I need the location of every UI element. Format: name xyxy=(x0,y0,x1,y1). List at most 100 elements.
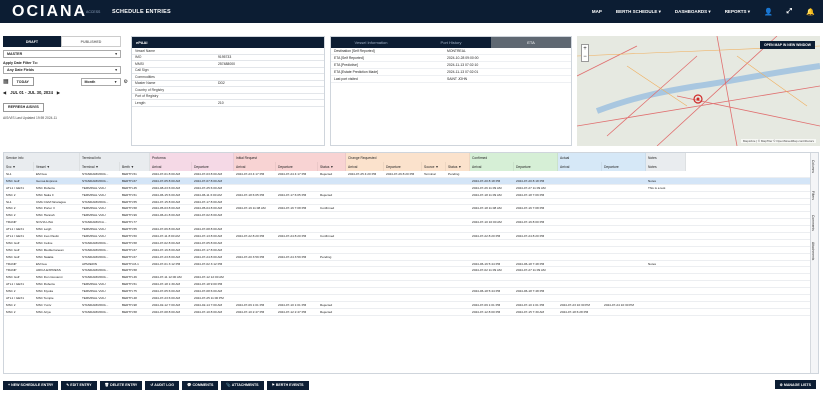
footer-button[interactable]: ↺ AUDIT LOG xyxy=(145,380,179,390)
table-row[interactable]: TRANP EM Itea APM/ERIN BERTH-M-1 2024-07-01 … xyxy=(4,261,818,268)
column-header[interactable]: Notes xyxy=(646,162,686,171)
column-header[interactable]: Departure xyxy=(514,162,558,171)
table-cell: MSC 2 xyxy=(6,289,16,294)
side-tab[interactable]: Comments xyxy=(811,209,815,237)
table-cell xyxy=(646,274,686,280)
eta-row: ETA [Predictive] 2024-11-13 07:02:10 xyxy=(331,62,571,69)
footer-button[interactable]: ✎ EDIT ENTRY xyxy=(61,380,97,390)
expand-icon[interactable]: ⤢ xyxy=(787,8,793,16)
table-row[interactable]: ATL1 / GEX1 MSC Roberta TERMINAL VIAU BERTH… xyxy=(4,281,818,289)
schedule-select[interactable]: MASTER ▾ xyxy=(3,50,121,58)
table-row[interactable]: MSC 2 MSC Porter II TERMINAL VIAU BERTH-58 2… xyxy=(4,205,818,213)
tab-eta[interactable]: ETA xyxy=(491,37,571,48)
prev-arrow-icon[interactable]: ◀ xyxy=(3,90,6,95)
table-row[interactable]: MSC 2 MSC Kiyoka TERMINAL VIAU BERTH-75 2024… xyxy=(4,288,818,296)
calendar-icon[interactable]: ▦ xyxy=(3,78,9,85)
table-row[interactable]: MSC Gulf MSC Don Giovanni STANDARD/FRA... B… xyxy=(4,274,818,282)
column-header[interactable]: Arrival xyxy=(150,162,192,171)
table-row[interactable]: MSC Gulf MSC Mediterranean STANDARD/FRA...… xyxy=(4,247,818,254)
side-tab[interactable]: Filters xyxy=(811,181,815,209)
table-cell: TRANP xyxy=(6,220,17,225)
table-cell: SL1 xyxy=(6,199,12,204)
table-row[interactable]: MSC Gulf MSC Celine STANDARD/FRA... BERTH-5… xyxy=(4,240,818,247)
tab-port-history[interactable]: Port History xyxy=(411,37,491,48)
map-view[interactable]: + − OPEN MAP IN NEW WINDOW MapLibre | © … xyxy=(577,36,820,146)
table-cell: 2024-07-08 6:00 AM xyxy=(194,289,223,294)
table-cell xyxy=(276,199,318,205)
table-cell: 2024-07-24 8:20 PM xyxy=(516,233,545,238)
column-header[interactable]: Arrival xyxy=(558,162,602,171)
grid-group-1: Terminal Info xyxy=(80,153,150,162)
column-header[interactable]: Terminal ▼ xyxy=(80,162,120,171)
table-row[interactable]: MSC Gulf MSC Natalia STANDARD/FRA... BERTH-… xyxy=(4,254,818,261)
table-cell xyxy=(558,226,602,232)
table-cell xyxy=(346,192,384,198)
table-cell xyxy=(646,233,686,239)
side-tab[interactable]: Attachments xyxy=(811,237,815,265)
zoom-out-button[interactable]: − xyxy=(582,53,588,61)
table-row[interactable]: MSC 2 MSC Ariya STANDARD/FRA... BERTH-58 202… xyxy=(4,309,818,316)
map-canvas[interactable] xyxy=(577,36,820,146)
draft-toggle[interactable]: DRAFT xyxy=(3,36,61,47)
refresh-ais-button[interactable]: REFRESH AIS/VIS xyxy=(3,102,44,112)
table-row[interactable]: SL1 CMA CGM Nicaragua STANDARD/FRA... BERTH… xyxy=(4,199,818,206)
table-cell xyxy=(558,267,602,273)
table-cell: Confirmed xyxy=(320,206,335,211)
nav-map[interactable]: MAP xyxy=(592,9,602,14)
column-header[interactable]: Arrival xyxy=(346,162,384,171)
footer-button[interactable]: ⚑ BERTH EVENTS xyxy=(266,380,309,390)
column-header[interactable]: Status ▼ xyxy=(318,162,346,171)
app-logo[interactable]: OCIANA xyxy=(12,3,85,21)
footer-button[interactable]: + NEW SCHEDULE ENTRY xyxy=(3,380,59,390)
nav-reports[interactable]: REPORTS ▾ xyxy=(725,9,750,15)
zoom-in-button[interactable]: + xyxy=(582,45,588,53)
nav-berth-schedule[interactable]: BERTH SCHEDULE ▾ xyxy=(616,9,661,15)
today-button[interactable]: TODAY xyxy=(11,77,34,86)
table-row[interactable]: ATL1 / GEX1 MSC Tempie TERMINAL VIAU BERTH-… xyxy=(4,295,818,302)
bell-icon[interactable]: 🔔 xyxy=(806,8,815,16)
column-header[interactable]: Departure xyxy=(276,162,318,171)
table-row[interactable]: ATL1 / GEX1 MSC Ines Paulin TERMINAL VIAU B… xyxy=(4,233,818,240)
gear-icon[interactable]: ⚙ xyxy=(124,79,128,85)
table-cell: 2024-07-25 6:00 AM xyxy=(194,185,223,190)
column-header[interactable]: Arrival xyxy=(234,162,276,171)
table-cell: BERTH-67 xyxy=(122,178,137,183)
column-header[interactable]: Departure xyxy=(602,162,646,171)
table-row[interactable]: MSC 2 MSC Natia II TERMINAL VIAU BERTH-51 20… xyxy=(4,192,818,199)
table-row[interactable]: TRANP NOVIA LISA STANDARD/CA... BERTH-77 202… xyxy=(4,219,818,227)
tab-vessel-information[interactable]: Vessel Information xyxy=(331,37,411,48)
next-arrow-icon[interactable]: ▶ xyxy=(57,90,60,95)
user-icon[interactable]: 👤 xyxy=(764,8,773,16)
column-header[interactable]: Departure xyxy=(384,162,422,171)
table-row[interactable]: SL1 EM Itea STANDARD/FRA... BERTH-51 2024-07… xyxy=(4,171,818,178)
table-row[interactable]: MSC 2 MSC Yuniv STANDARD/FRA... BERTH-98 202… xyxy=(4,302,818,309)
table-cell xyxy=(384,254,422,260)
table-cell xyxy=(602,309,646,315)
range-unit-select[interactable]: Month ▾ xyxy=(80,77,121,86)
table-row[interactable]: MSC Gulf Genoa Express STANDARD/FRA... BERT… xyxy=(4,177,818,185)
footer-button[interactable]: 💬 COMMENTS xyxy=(181,380,219,390)
side-tab[interactable]: Columns xyxy=(811,153,815,181)
footer-button[interactable]: 🗑 DELETE ENTRY xyxy=(99,380,143,390)
date-field-select[interactable]: Any Date Fields ▾ xyxy=(3,66,121,74)
column-header[interactable]: Arrival xyxy=(470,162,514,171)
table-cell: Notes xyxy=(648,261,657,266)
open-map-button[interactable]: OPEN MAP IN NEW WINDOW xyxy=(759,41,815,49)
table-cell xyxy=(514,240,558,246)
table-row[interactable]: MSC 2 MSC Hannah TERMINAL VIAU BERTH-99 2024… xyxy=(4,212,818,220)
footer-button[interactable]: 📎 ATTACHMENTS xyxy=(221,380,264,390)
column-header[interactable]: Departure xyxy=(192,162,234,171)
table-row[interactable]: ATL1 / GEX1 MSC Leigh TERMINAL VIAU BERTH-5… xyxy=(4,226,818,234)
nav-dashboards[interactable]: DASHBOARDS ▾ xyxy=(675,9,711,15)
column-header[interactable]: Vessel ▼ xyxy=(34,162,80,171)
table-cell xyxy=(276,267,318,273)
table-cell xyxy=(234,178,276,184)
column-header[interactable]: Status ▼ xyxy=(446,162,470,171)
manage-lists-button[interactable]: ⚙ MANAGE LISTS xyxy=(774,380,816,389)
table-row[interactable]: TRANP ARICA EXPRESS STANDARD/FRA... BERTH-5… xyxy=(4,267,818,275)
published-toggle[interactable]: PUBLISHED xyxy=(61,36,121,47)
column-header[interactable]: Source ▼ xyxy=(422,162,446,171)
column-header[interactable]: Svc ▼ xyxy=(4,162,34,171)
table-row[interactable]: ATL1 / GEX1 MSC Roberta TERMINAL VIAU BERTH… xyxy=(4,185,818,192)
column-header[interactable]: Berth ▼ xyxy=(120,162,150,171)
